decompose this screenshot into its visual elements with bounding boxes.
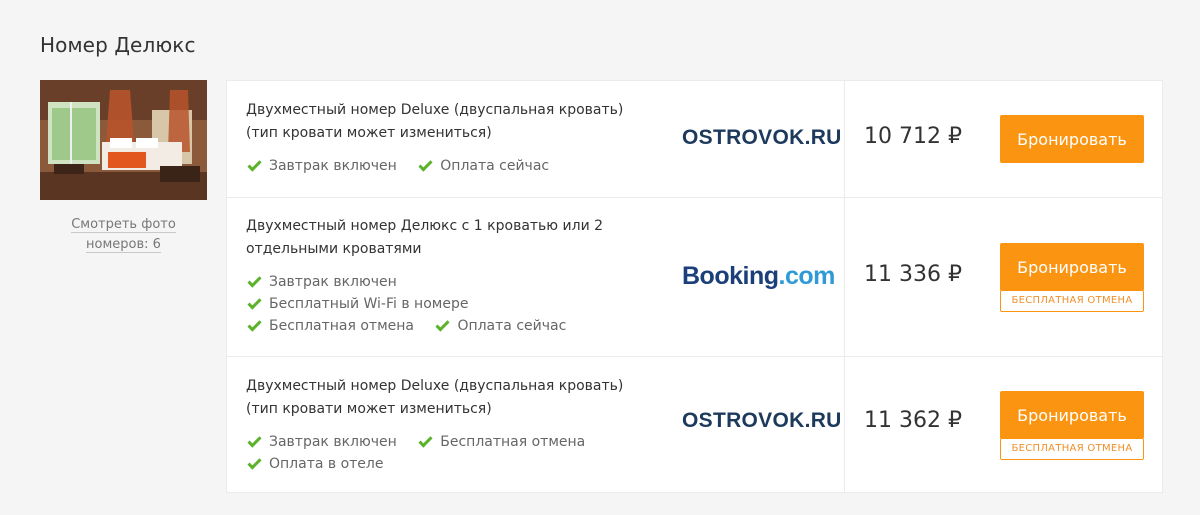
room-name: Двухместный номер Deluxe (двуспальная кр… xyxy=(246,99,666,145)
price: 11 336 ₽ xyxy=(864,262,962,287)
features-list: Завтрак включен Оплата сейчас xyxy=(246,155,666,177)
room-name-line: Двухместный номер Deluxe (двуспальная кр… xyxy=(246,378,624,394)
feature-item: Оплата в отеле xyxy=(246,453,383,475)
provider-logo-ostrovok: OSTROVOK.RU xyxy=(682,126,842,149)
check-icon xyxy=(418,433,433,448)
room-name-line: (тип кровати может измениться) xyxy=(246,125,492,141)
column-divider xyxy=(844,357,845,493)
book-button[interactable]: Бронировать xyxy=(1000,243,1144,291)
room-name-line: Двухместный номер Делюкс с 1 кроватью ил… xyxy=(246,218,604,234)
feature-item: Бесплатный Wi-Fi в номере xyxy=(246,293,468,315)
room-name-line: Двухместный номер Deluxe (двуспальная кр… xyxy=(246,102,624,118)
view-photos-line1: Смотреть фото xyxy=(71,217,176,233)
features-list: Завтрак включен Бесплатный Wi-Fi в номер… xyxy=(246,271,666,337)
view-photos-line2: номеров: 6 xyxy=(86,237,161,253)
booking-logo-part: .com xyxy=(778,262,836,290)
room-name: Двухместный номер Делюкс с 1 кроватью ил… xyxy=(246,215,666,261)
feature-item: Завтрак включен xyxy=(246,431,397,453)
page-title: Номер Делюкс xyxy=(40,33,196,57)
booking-logo-part: Booking xyxy=(682,262,779,290)
feature-item: Завтрак включен xyxy=(246,271,397,293)
price: 11 362 ₽ xyxy=(864,408,962,433)
room-photo[interactable] xyxy=(40,80,207,200)
feature-item: Бесплатная отмена xyxy=(417,431,585,453)
check-icon xyxy=(247,455,262,470)
view-photos-link[interactable]: Смотреть фото номеров: 6 xyxy=(40,215,207,255)
features-list: Завтрак включен Бесплатная отмена Оплата… xyxy=(246,431,666,475)
feature-item: Оплата сейчас xyxy=(434,315,566,337)
provider-logo-booking: Booking.com xyxy=(682,262,835,291)
book-button[interactable]: Бронировать xyxy=(1000,115,1144,163)
offer-row: Двухместный номер Делюкс с 1 кроватью ил… xyxy=(227,197,1162,356)
room-name: Двухместный номер Deluxe (двуспальная кр… xyxy=(246,375,666,421)
column-divider xyxy=(844,81,845,197)
book-button[interactable]: Бронировать xyxy=(1000,391,1144,439)
free-cancel-badge: БЕСПЛАТНАЯ ОТМЕНА xyxy=(1000,290,1144,312)
offer-row: Двухместный номер Deluxe (двуспальная кр… xyxy=(227,81,1162,197)
room-photo-image xyxy=(40,80,207,200)
feature-item: Завтрак включен xyxy=(246,155,397,177)
check-icon xyxy=(418,157,433,172)
check-icon xyxy=(247,273,262,288)
room-gallery: Смотреть фото номеров: 6 xyxy=(40,80,207,255)
feature-item: Бесплатная отмена xyxy=(246,315,414,337)
column-divider xyxy=(844,198,845,356)
check-icon xyxy=(247,295,262,310)
price: 10 712 ₽ xyxy=(864,124,962,149)
check-icon xyxy=(247,317,262,332)
offers-card: Двухместный номер Deluxe (двуспальная кр… xyxy=(226,80,1163,493)
check-icon xyxy=(247,157,262,172)
provider-logo-ostrovok: OSTROVOK.RU xyxy=(682,409,842,432)
room-name-line: отдельными кроватями xyxy=(246,241,422,257)
check-icon xyxy=(435,317,451,332)
free-cancel-badge: БЕСПЛАТНАЯ ОТМЕНА xyxy=(1000,438,1144,460)
check-icon xyxy=(247,433,262,448)
offer-row: Двухместный номер Deluxe (двуспальная кр… xyxy=(227,356,1162,493)
room-name-line: (тип кровати может измениться) xyxy=(246,401,492,417)
feature-item: Оплата сейчас xyxy=(417,155,549,177)
